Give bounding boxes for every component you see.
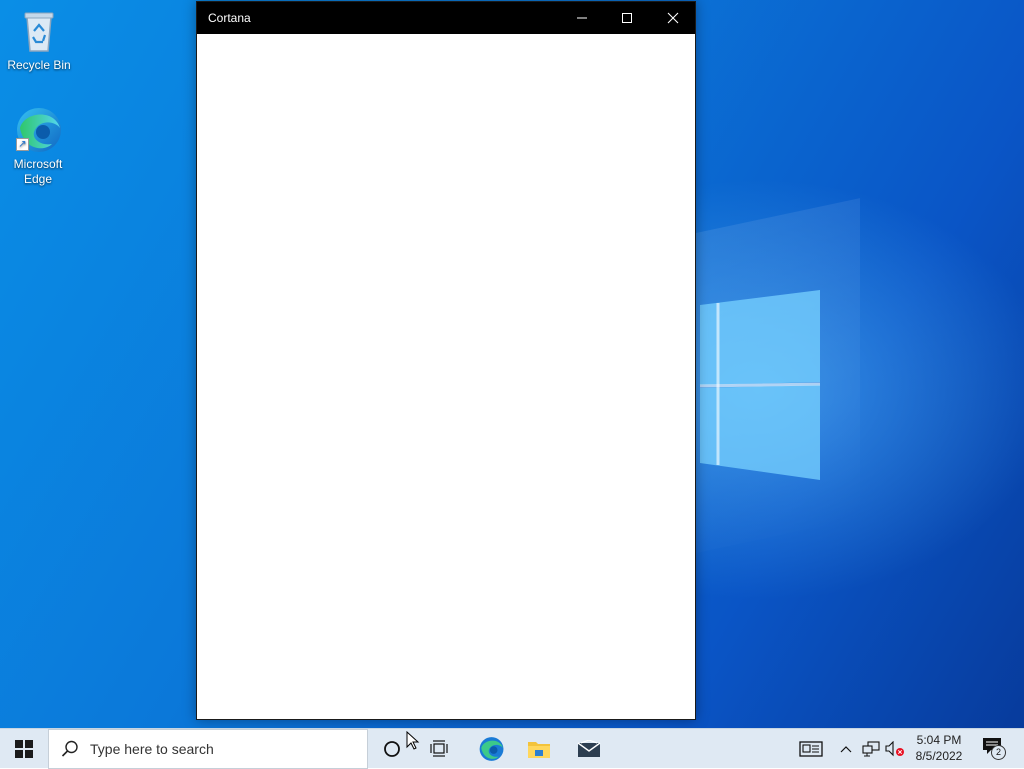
task-view-icon <box>430 740 448 757</box>
volume-button[interactable] <box>884 729 906 769</box>
minimize-icon <box>577 17 587 19</box>
news-icon <box>799 741 823 757</box>
recycle-bin-label: Recycle Bin <box>7 58 71 72</box>
clock[interactable]: 5:04 PM 8/5/2022 <box>908 729 970 769</box>
task-view-button[interactable] <box>420 729 460 769</box>
taskbar-file-explorer-button[interactable] <box>518 729 560 769</box>
clock-time: 5:04 PM <box>916 733 962 747</box>
close-icon <box>667 12 679 24</box>
search-placeholder: Type here to search <box>90 741 214 757</box>
mouse-cursor-icon <box>406 731 420 750</box>
windows-wallpaper-logo <box>699 290 821 480</box>
close-button[interactable] <box>650 2 696 34</box>
file-explorer-icon <box>528 742 550 758</box>
window-title: Cortana <box>208 11 251 25</box>
edge-icon <box>479 737 504 761</box>
action-center-button[interactable]: 2 <box>978 729 1012 769</box>
search-icon <box>61 740 78 757</box>
network-button[interactable] <box>860 729 882 769</box>
taskbar-edge-button[interactable] <box>470 729 512 769</box>
notification-count-badge: 2 <box>991 745 1006 760</box>
cortana-window[interactable]: Cortana <box>196 1 696 720</box>
desktop-icon-recycle-bin[interactable]: Recycle Bin <box>1 7 77 73</box>
edge-icon: ↗ <box>14 106 62 154</box>
edge-label: Microsoft Edge <box>13 157 63 186</box>
taskbar: Type here to search 5:04 PM 8/5/2022 2 <box>0 728 1024 769</box>
search-box[interactable]: Type here to search <box>48 729 368 769</box>
cortana-icon <box>384 741 400 757</box>
start-button[interactable] <box>0 729 48 769</box>
desktop-icon-microsoft-edge[interactable]: ↗ Microsoft Edge <box>0 106 76 187</box>
maximize-button[interactable] <box>604 2 650 34</box>
news-interests-button[interactable] <box>793 729 829 769</box>
recycle-bin-icon <box>15 7 63 55</box>
clock-date: 8/5/2022 <box>915 749 963 763</box>
cortana-content-area[interactable] <box>197 34 695 719</box>
title-bar[interactable]: Cortana <box>197 2 695 34</box>
network-icon <box>862 741 880 757</box>
maximize-icon <box>622 13 632 23</box>
taskbar-mail-button[interactable] <box>568 729 610 769</box>
mail-icon <box>577 740 601 757</box>
windows-logo-icon <box>15 740 33 758</box>
shortcut-arrow-icon: ↗ <box>16 138 29 151</box>
chevron-up-icon <box>840 746 852 753</box>
show-hidden-icons-button[interactable] <box>836 729 856 769</box>
minimize-button[interactable] <box>559 2 605 34</box>
volume-muted-icon <box>885 741 904 757</box>
